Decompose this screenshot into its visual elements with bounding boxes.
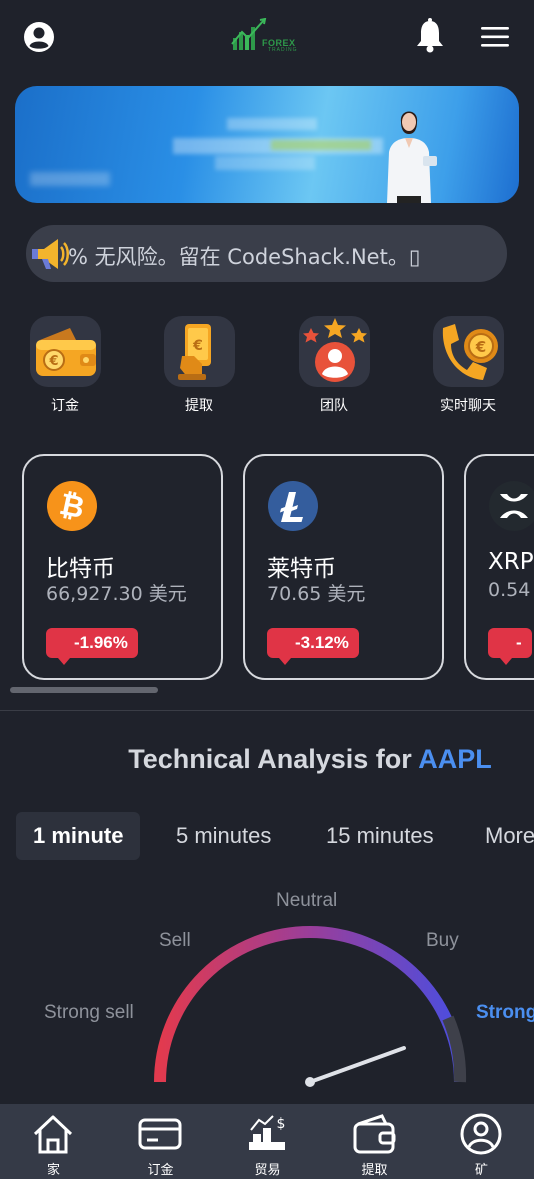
home-icon: [33, 1115, 73, 1154]
coin-name: XRP: [488, 549, 534, 575]
title-prefix: Technical Analysis for: [128, 744, 419, 774]
tab-5-minutes[interactable]: 5 minutes: [176, 812, 271, 860]
user-circle-icon: [460, 1113, 502, 1155]
banner-blurred-text: [30, 172, 110, 186]
promo-banner[interactable]: [15, 86, 519, 203]
gauge-arc-end: [442, 1015, 467, 1083]
section-divider: [0, 710, 534, 711]
quick-action-live-chat[interactable]: € 实时聊天: [423, 313, 513, 415]
gauge-label-strong-buy: Strong: [476, 1002, 534, 1023]
quick-action-label: 团队: [320, 397, 348, 413]
coin-change-badge: -1.96%: [46, 628, 138, 665]
gauge-label-buy: Buy: [426, 930, 459, 951]
coin-change-badge: -3.12%: [267, 628, 359, 665]
quick-action-label: 提取: [185, 397, 213, 413]
user-avatar-icon[interactable]: [23, 21, 55, 53]
bell-icon[interactable]: [414, 18, 446, 54]
gauge-chart: [154, 926, 467, 1087]
tab-1-minute[interactable]: 1 minute: [16, 812, 141, 860]
quick-action-label: 订金: [51, 397, 79, 413]
gauge-label-sell: Sell: [159, 930, 191, 951]
banner-blurred-text: [227, 118, 317, 130]
bottom-navigation: 家 订金 $ 贸易 提取 矿: [0, 1104, 534, 1179]
crypto-card-xrp[interactable]: XRP 0.54 -: [464, 454, 534, 680]
phone-support-icon: €: [432, 316, 504, 387]
nav-label: 家: [46, 1162, 60, 1177]
litecoin-icon: [268, 481, 318, 531]
announcement-marquee[interactable]: % 无风险。留在 CodeShack.Net。▯: [26, 225, 507, 282]
svg-text:€: €: [48, 354, 58, 369]
megaphone-icon: [32, 239, 69, 269]
header: FOREX TRADING: [0, 0, 534, 76]
sentiment-gauge: Strong sell Sell Neutral Buy Strong: [0, 880, 534, 1105]
nav-mine[interactable]: 矿: [428, 1104, 534, 1179]
team-stars-icon: [298, 316, 370, 387]
technical-analysis-title: Technical Analysis for AAPL: [0, 744, 534, 775]
nav-label: 提取: [361, 1162, 388, 1177]
gauge-needle: [308, 1046, 406, 1084]
trade-icon: $: [249, 1115, 286, 1150]
nav-label: 矿: [474, 1162, 488, 1177]
tab-15-minutes[interactable]: 15 minutes: [326, 812, 434, 860]
nav-withdraw[interactable]: 提取: [321, 1104, 428, 1179]
nav-deposit[interactable]: 订金: [107, 1104, 214, 1179]
phone-withdraw-icon: €: [163, 316, 235, 387]
gauge-pivot: [305, 1077, 315, 1087]
svg-text:€: €: [474, 338, 485, 356]
quick-action-label: 实时聊天: [440, 397, 496, 413]
coin-price: 70.65 美元: [267, 583, 366, 605]
gauge-arc: [154, 926, 466, 1083]
quick-action-deposit[interactable]: € 订金: [20, 313, 110, 415]
coin-name: 比特币: [46, 556, 115, 582]
gauge-label-neutral: Neutral: [276, 890, 338, 911]
nav-label: 订金: [147, 1162, 174, 1177]
banner-blurred-text: [215, 156, 315, 170]
quick-actions: € 订金 € 提取 团队 € 实时聊天: [0, 313, 534, 413]
nav-trade[interactable]: $ 贸易: [214, 1104, 321, 1179]
coin-price: 0.54: [488, 579, 531, 601]
wallet-euro-icon: €: [29, 316, 101, 387]
gauge-label-strong-sell: Strong sell: [44, 1002, 134, 1023]
svg-text:€: €: [192, 338, 203, 354]
logo-subtext: TRADING: [268, 47, 298, 53]
quick-action-withdraw[interactable]: € 提取: [154, 313, 244, 415]
coin-name: 莱特币: [267, 556, 336, 582]
quick-action-team[interactable]: 团队: [289, 313, 379, 415]
crypto-ticker-carousel[interactable]: ₿ 比特币 66,927.30 美元 -1.96% 莱特币 70.65 美元 -…: [0, 452, 534, 684]
carousel-scrollbar[interactable]: [10, 687, 158, 693]
crypto-card-bitcoin[interactable]: ₿ 比特币 66,927.30 美元 -1.96%: [22, 454, 223, 680]
symbol-link[interactable]: AAPL: [418, 744, 492, 774]
banner-blurred-text: [271, 140, 371, 150]
crypto-card-litecoin[interactable]: 莱特币 70.65 美元 -3.12%: [243, 454, 444, 680]
banner-person-image: [387, 111, 437, 203]
xrp-icon: [489, 481, 534, 531]
hamburger-menu-icon[interactable]: [479, 24, 511, 50]
card-icon: [138, 1118, 182, 1150]
wallet-icon: [353, 1114, 396, 1154]
announcement-text: % 无风险。留在 CodeShack.Net。▯: [68, 245, 421, 269]
nav-home[interactable]: 家: [0, 1104, 107, 1179]
coin-price: 66,927.30 美元: [46, 583, 187, 605]
nav-label: 贸易: [254, 1162, 281, 1177]
coin-change-badge: -: [488, 628, 532, 665]
tab-more[interactable]: More: [485, 812, 534, 860]
svg-text:$: $: [277, 1116, 286, 1132]
bitcoin-icon: ₿: [47, 481, 97, 531]
